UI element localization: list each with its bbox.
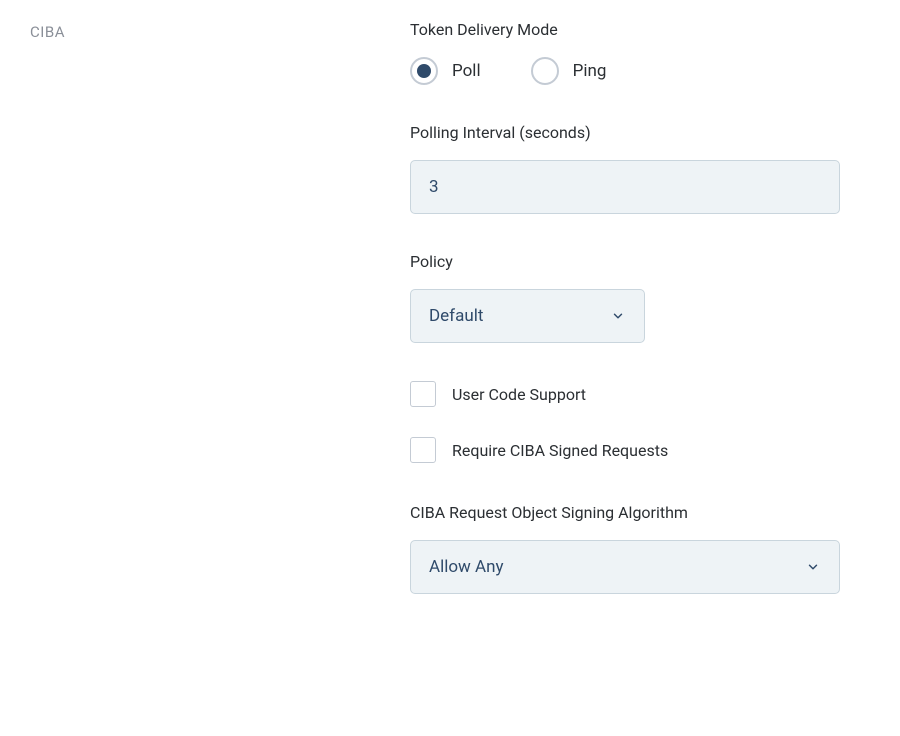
token-delivery-radio-row: Poll Ping [410,57,840,85]
signing-algorithm-group: CIBA Request Object Signing Algorithm Al… [410,503,840,594]
policy-label: Policy [410,252,840,271]
checkbox-group: User Code Support Require CIBA Signed Re… [410,381,840,463]
user-code-support-label: User Code Support [452,385,586,404]
signing-algorithm-select[interactable]: Allow Any [410,540,840,594]
require-signed-requests-row: Require CIBA Signed Requests [410,437,840,463]
require-signed-requests-label: Require CIBA Signed Requests [452,441,668,460]
chevron-down-icon [610,308,626,324]
radio-poll-label: Poll [452,61,481,81]
polling-interval-group: Polling Interval (seconds) 3 [410,123,840,214]
radio-ping[interactable]: Ping [531,57,607,85]
radio-poll-circle [410,57,438,85]
section-title: CIBA [30,23,65,41]
radio-ping-circle [531,57,559,85]
polling-interval-label: Polling Interval (seconds) [410,123,840,142]
token-delivery-mode-label: Token Delivery Mode [410,20,840,39]
user-code-support-row: User Code Support [410,381,840,407]
radio-poll[interactable]: Poll [410,57,481,85]
chevron-down-icon [805,559,821,575]
require-signed-requests-checkbox[interactable] [410,437,436,463]
policy-group: Policy Default [410,252,840,343]
polling-interval-value: 3 [429,177,439,197]
polling-interval-input[interactable]: 3 [410,160,840,214]
radio-ping-label: Ping [573,61,607,81]
signing-algorithm-label: CIBA Request Object Signing Algorithm [410,503,840,522]
token-delivery-mode-group: Token Delivery Mode Poll Ping [410,20,840,85]
policy-select[interactable]: Default [410,289,645,343]
signing-algorithm-value: Allow Any [429,557,504,577]
policy-value: Default [429,306,483,326]
user-code-support-checkbox[interactable] [410,381,436,407]
